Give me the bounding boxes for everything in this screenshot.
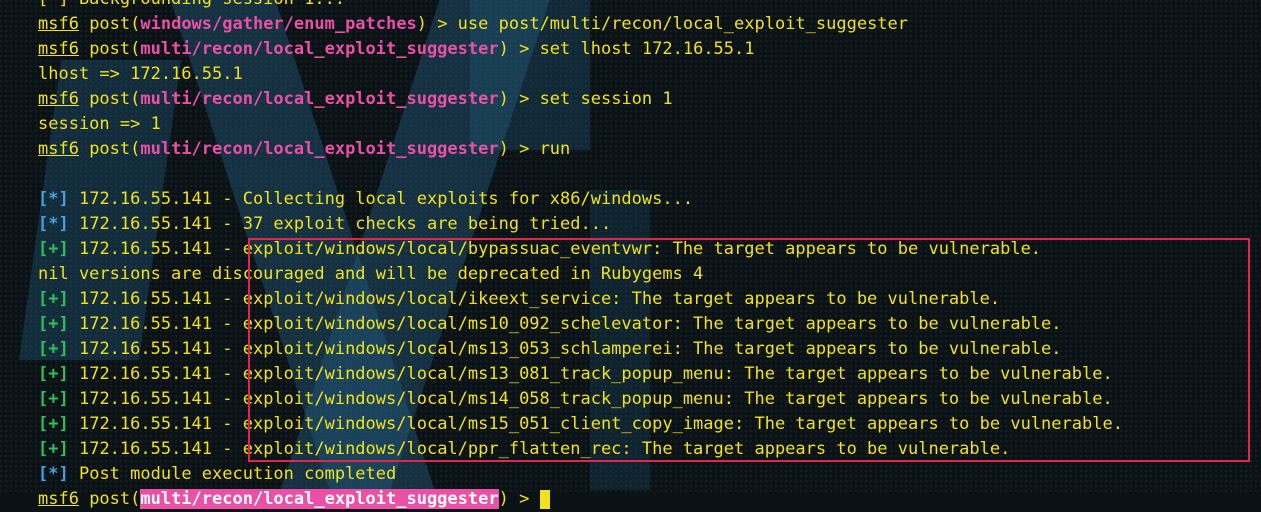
output-text: 172.16.55.141 - Collecting local exploit… bbox=[78, 189, 694, 209]
status-tag: [+] bbox=[38, 339, 69, 359]
status-tag: [+] bbox=[38, 414, 69, 434]
terminal-line: [*] Post module execution completed bbox=[0, 462, 1261, 487]
status-tag: [+] bbox=[38, 439, 69, 459]
module-name: multi/recon/local_exploit_suggester bbox=[140, 489, 499, 509]
module-name: multi/recon/local_exploit_suggester bbox=[140, 139, 499, 159]
command-text: > use post/multi/recon/local_exploit_sug… bbox=[437, 14, 909, 34]
terminal-line-partial: [*] Backgrounding session 1... bbox=[0, 0, 1261, 12]
terminal-line: nil versions are discouraged and will be… bbox=[0, 262, 1261, 287]
prompt-label: msf6 bbox=[38, 89, 79, 109]
output-text: 172.16.55.141 - 37 exploit checks are be… bbox=[78, 214, 612, 234]
status-tag: [+] bbox=[38, 389, 69, 409]
terminal-line: msf6 post(windows/gather/enum_patches) >… bbox=[38, 14, 909, 34]
terminal-line: [+] 172.16.55.141 - exploit/windows/loca… bbox=[0, 412, 1261, 437]
terminal-line: [+] 172.16.55.141 - exploit/windows/loca… bbox=[0, 437, 1261, 462]
terminal-line: [+] 172.16.55.141 - exploit/windows/loca… bbox=[0, 237, 1261, 262]
prompt-label: msf6 bbox=[38, 139, 79, 159]
status-tag: [*] bbox=[38, 214, 69, 234]
status-tag: [+] bbox=[38, 239, 69, 259]
output-text: Post module execution completed bbox=[78, 464, 397, 484]
output-text: 172.16.55.141 - exploit/windows/local/ms… bbox=[78, 414, 1123, 434]
terminal-prompt-line[interactable]: msf6 post(multi/recon/local_exploit_sugg… bbox=[0, 487, 1261, 512]
terminal-line: msf6 post(multi/recon/local_exploit_sugg… bbox=[38, 139, 571, 159]
terminal-line: msf6 post(multi/recon/local_exploit_sugg… bbox=[38, 89, 673, 109]
output-text: session => 1 bbox=[38, 114, 161, 134]
prompt-label: msf6 bbox=[38, 14, 79, 34]
command-text: > set session 1 bbox=[519, 89, 673, 109]
status-tag: [+] bbox=[38, 364, 69, 384]
status-tag: [+] bbox=[38, 289, 69, 309]
output-text: 172.16.55.141 - exploit/windows/local/ms… bbox=[78, 339, 1062, 359]
output-text: 172.16.55.141 - exploit/windows/local/ms… bbox=[78, 314, 1062, 334]
terminal-line: [+] 172.16.55.141 - exploit/windows/loca… bbox=[0, 337, 1261, 362]
output-text: 172.16.55.141 - exploit/windows/local/by… bbox=[78, 239, 1042, 259]
module-name: multi/recon/local_exploit_suggester bbox=[140, 39, 499, 59]
status-tag: [+] bbox=[38, 314, 69, 334]
terminal-line: [*] 172.16.55.141 - 37 exploit checks ar… bbox=[0, 212, 1261, 237]
output-text: nil versions are discouraged and will be… bbox=[38, 264, 704, 284]
command-text: > set lhost 172.16.55.1 bbox=[519, 39, 755, 59]
command-text: > run bbox=[519, 139, 571, 159]
terminal-line: [+] 172.16.55.141 - exploit/windows/loca… bbox=[0, 287, 1261, 312]
status-tag: [*] bbox=[38, 189, 69, 209]
terminal-line: lhost => 172.16.55.1 bbox=[0, 62, 1261, 87]
output-text: lhost => 172.16.55.1 bbox=[38, 64, 243, 84]
module-name: multi/recon/local_exploit_suggester bbox=[140, 89, 499, 109]
terminal-line: [+] 172.16.55.141 - exploit/windows/loca… bbox=[0, 362, 1261, 387]
terminal-line: [*] 172.16.55.141 - Collecting local exp… bbox=[0, 187, 1261, 212]
output-text: 172.16.55.141 - exploit/windows/local/ms… bbox=[78, 389, 1113, 409]
module-name: windows/gather/enum_patches bbox=[140, 14, 417, 34]
output-text: 172.16.55.141 - exploit/windows/local/pp… bbox=[78, 439, 1011, 459]
terminal-line: session => 1 bbox=[0, 112, 1261, 137]
terminal-line: msf6 post(multi/recon/local_exploit_sugg… bbox=[38, 39, 755, 59]
status-tag: [*] bbox=[38, 464, 69, 484]
output-text: 172.16.55.141 - exploit/windows/local/ik… bbox=[78, 289, 1001, 309]
output-text: 172.16.55.141 - exploit/windows/local/ms… bbox=[78, 364, 1113, 384]
prompt-label: msf6 bbox=[38, 39, 79, 59]
prompt-label: msf6 bbox=[38, 489, 79, 509]
text-cursor bbox=[539, 489, 550, 509]
terminal-line: [+] 172.16.55.141 - exploit/windows/loca… bbox=[0, 387, 1261, 412]
terminal-output[interactable]: [*] Backgrounding session 1... msf6 post… bbox=[0, 0, 1261, 512]
terminal-line: [+] 172.16.55.141 - exploit/windows/loca… bbox=[0, 312, 1261, 337]
terminal-lines: msf6 post(windows/gather/enum_patches) >… bbox=[0, 12, 1261, 487]
